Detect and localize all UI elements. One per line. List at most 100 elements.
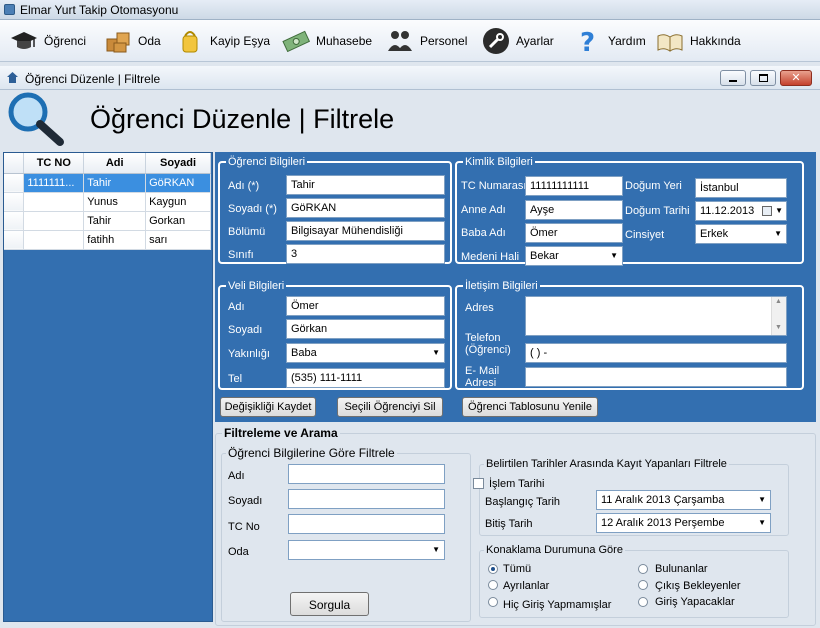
refresh-table-button[interactable]: Öğrenci Tablosunu Yenile: [462, 397, 598, 417]
table-row[interactable]: Yunus Kaygun: [4, 192, 211, 212]
cell-soyadi[interactable]: Gorkan: [145, 211, 211, 231]
radio-never-entered[interactable]: [488, 597, 498, 607]
student-grid[interactable]: TC NO Adi Soyadi 1111111... Tahir GöRKAN…: [3, 152, 213, 622]
filter-tcno-label: TC No: [228, 521, 260, 533]
menu-kayip-esya[interactable]: Kayip Eşya: [176, 24, 270, 58]
graduation-cap-icon: [11, 32, 37, 49]
delete-student-button[interactable]: Seçili Öğrenciyi Sil: [337, 397, 443, 417]
mother-name-field[interactable]: Ayşe: [525, 200, 623, 220]
department-field[interactable]: Bilgisayar Mühendisliği: [286, 221, 445, 241]
guardian-phone-field[interactable]: (535) 111-1111: [286, 368, 445, 388]
radio-will-enter[interactable]: [638, 597, 648, 607]
table-row[interactable]: 1111111... Tahir GöRKAN: [4, 173, 211, 193]
menu-yardim[interactable]: ? Yardım: [574, 24, 646, 58]
address-label: Adres: [465, 302, 494, 314]
table-row[interactable]: fatihh sarı: [4, 230, 211, 250]
row-header[interactable]: [4, 173, 25, 193]
page-title: Öğrenci Düzenle | Filtrele: [90, 104, 395, 134]
guardian-name-label: Adı: [228, 301, 245, 313]
cell-adi[interactable]: Tahir: [83, 173, 147, 193]
menu-ayarlar[interactable]: Ayarlar: [482, 24, 554, 58]
cell-tcno[interactable]: 1111111...: [23, 173, 85, 193]
cell-soyadi[interactable]: Kaygun: [145, 192, 211, 212]
column-header-tcno[interactable]: TC NO: [23, 153, 85, 174]
child-window-titlebar: Öğrenci Düzenle | Filtrele ✕: [0, 66, 820, 90]
filter-surname-field[interactable]: [288, 489, 445, 509]
class-field[interactable]: 3: [286, 244, 445, 264]
birth-date-picker[interactable]: 11.12.2013 ▼: [695, 201, 787, 221]
cell-adi[interactable]: Tahir: [83, 211, 147, 231]
father-name-field[interactable]: Ömer: [525, 223, 623, 243]
student-filter-legend: Öğrenci Bilgilerine Göre Filtrele: [228, 446, 395, 460]
close-button[interactable]: ✕: [780, 70, 812, 86]
radio-all[interactable]: [488, 564, 498, 574]
menu-personel[interactable]: Personel: [386, 24, 467, 58]
menu-hakkinda[interactable]: Hakkında: [656, 24, 741, 58]
filter-room-dropdown[interactable]: [288, 540, 445, 560]
start-date-picker[interactable]: 11 Aralık 2013 Çarşamba ▼: [596, 490, 771, 510]
radio-all-label: Tümü: [503, 563, 532, 575]
radio-awaiting-exit[interactable]: [638, 580, 648, 590]
magnifier-icon: [8, 92, 64, 146]
gender-label: Cinsiyet: [625, 229, 665, 241]
radio-will-enter-label: Giriş Yapacaklar: [655, 596, 735, 608]
row-header[interactable]: [4, 192, 25, 212]
cell-soyadi[interactable]: sarı: [145, 230, 211, 250]
menu-oda[interactable]: Oda: [104, 24, 161, 58]
relationship-dropdown[interactable]: Baba: [286, 343, 445, 363]
end-date-value: 12 Aralık 2013 Perşembe: [601, 517, 725, 529]
maximize-button[interactable]: [750, 70, 776, 86]
cell-tcno[interactable]: [23, 211, 85, 231]
chevron-down-icon: ▼: [775, 206, 783, 215]
wrench-icon: [483, 28, 509, 54]
marital-status-dropdown[interactable]: Bekar: [525, 246, 623, 266]
guardian-name-field[interactable]: Ömer: [286, 296, 445, 316]
svg-text:?: ?: [580, 28, 595, 55]
cell-soyadi[interactable]: GöRKAN: [145, 173, 211, 193]
row-header[interactable]: [4, 230, 25, 250]
minimize-icon: [729, 80, 737, 82]
save-changes-button[interactable]: Değişikliği Kaydet: [220, 397, 316, 417]
email-label: E- Mail Adresi: [465, 365, 500, 389]
column-header-adi[interactable]: Adi: [83, 153, 147, 174]
filter-tcno-field[interactable]: [288, 514, 445, 534]
tc-number-field[interactable]: 11111111111: [525, 176, 623, 196]
guardian-surname-field[interactable]: Görkan: [286, 319, 445, 339]
student-phone-field[interactable]: ( ) -: [525, 343, 787, 363]
transaction-date-checkbox[interactable]: [473, 478, 484, 489]
cell-tcno[interactable]: [23, 192, 85, 212]
menu-ogrenci[interactable]: Öğrenci: [10, 24, 86, 58]
query-button[interactable]: Sorgula: [290, 592, 369, 616]
row-header[interactable]: [4, 211, 25, 231]
close-icon: ✕: [791, 72, 801, 84]
filter-name-field[interactable]: [288, 464, 445, 484]
address-field[interactable]: [525, 296, 787, 336]
mother-name-label: Anne Adı: [461, 204, 506, 216]
cell-adi[interactable]: Yunus: [83, 192, 147, 212]
menu-bar: Öğrenci Oda Kayip Eşya Muhasebe Personel…: [0, 20, 820, 62]
student-name-label: Adı (*): [228, 180, 260, 192]
menu-muhasebe[interactable]: Muhasebe: [282, 24, 372, 58]
student-surname-field[interactable]: GöRKAN: [286, 198, 445, 218]
column-header-soyadi[interactable]: Soyadi: [145, 153, 211, 174]
date-filter-legend: Belirtilen Tarihler Arasında Kayıt Yapan…: [486, 458, 727, 470]
student-surname-label: Soyadı (*): [228, 203, 277, 215]
filter-room-label: Oda: [228, 546, 249, 558]
guardian-phone-label: Tel: [228, 373, 243, 385]
radio-left[interactable]: [488, 580, 498, 590]
radio-present[interactable]: [638, 564, 648, 574]
scroll-down-icon[interactable]: ▼: [775, 324, 782, 331]
cell-tcno[interactable]: [23, 230, 85, 250]
birthplace-label: Doğum Yeri: [625, 180, 682, 192]
birthplace-field[interactable]: İstanbul: [695, 178, 787, 198]
book-icon: [657, 34, 683, 52]
minimize-button[interactable]: [720, 70, 746, 86]
cell-adi[interactable]: fatihh: [83, 230, 147, 250]
email-field[interactable]: [525, 367, 787, 387]
scroll-up-icon[interactable]: ▲: [775, 298, 782, 305]
end-date-picker[interactable]: 12 Aralık 2013 Perşembe ▼: [596, 513, 771, 533]
address-scrollbar[interactable]: ▲ ▼: [771, 297, 786, 335]
student-name-field[interactable]: Tahir: [286, 175, 445, 195]
table-row[interactable]: Tahir Gorkan: [4, 211, 211, 231]
gender-dropdown[interactable]: Erkek: [695, 224, 787, 244]
